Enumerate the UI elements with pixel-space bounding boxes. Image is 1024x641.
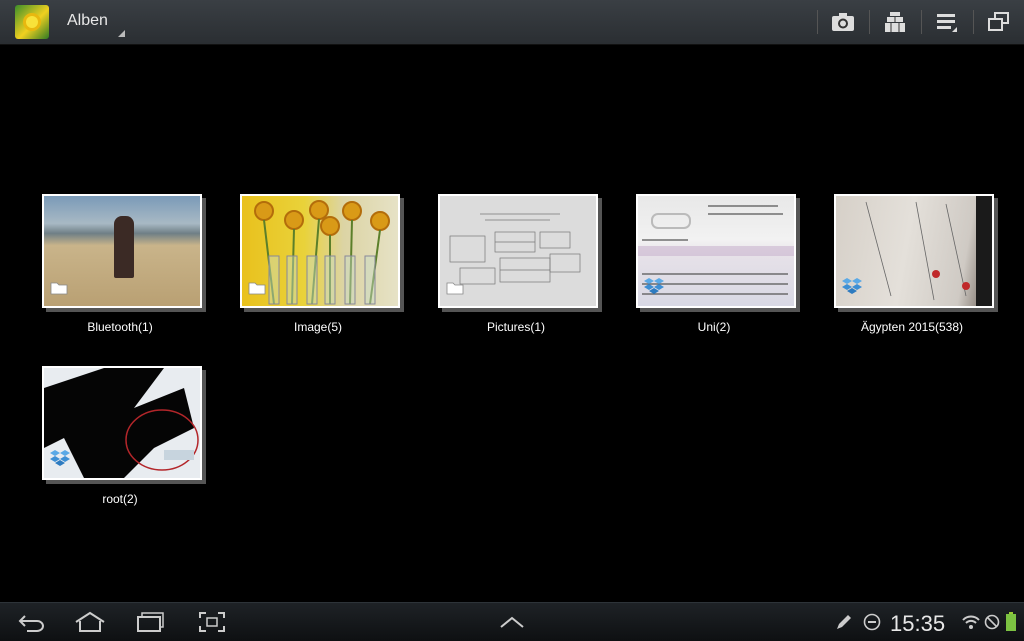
back-button[interactable] — [12, 605, 52, 639]
back-icon — [18, 615, 44, 632]
gallery-app-icon[interactable] — [15, 5, 49, 39]
dropbox-icon — [842, 277, 862, 300]
album-label: Pictures(1) — [486, 320, 545, 334]
album-label: Ägypten 2015(538) — [860, 320, 964, 334]
couple-silhouette — [114, 216, 134, 278]
album-label: Uni(2) — [697, 320, 731, 334]
multi-window-icon — [988, 12, 1009, 31]
folder-icon — [50, 281, 68, 300]
battery-icon — [1006, 612, 1016, 631]
screenshot-icon — [199, 612, 225, 632]
group-by-button[interactable] — [871, 0, 919, 44]
camera-button[interactable] — [819, 0, 867, 44]
dropdown-caret-icon — [118, 30, 125, 37]
action-bar: Alben — [0, 0, 1024, 45]
mini-apps-tray-button[interactable] — [492, 605, 532, 639]
recent-apps-button[interactable] — [130, 605, 170, 639]
battery-status — [1003, 605, 1019, 639]
multi-window-button[interactable] — [975, 0, 1023, 44]
album-thumbnail[interactable] — [42, 194, 202, 308]
divider — [921, 10, 922, 34]
menu-icon — [937, 14, 957, 32]
album-thumbnail[interactable] — [240, 194, 400, 308]
album-thumbnail[interactable] — [42, 366, 202, 480]
divider — [973, 10, 974, 34]
screenshot-button[interactable] — [192, 605, 232, 639]
album-label: root(2) — [102, 492, 138, 506]
wifi-status — [960, 605, 982, 639]
dropbox-icon — [50, 449, 70, 472]
folder-icon — [248, 281, 266, 300]
pen-icon — [837, 615, 851, 629]
dropbox-icon — [644, 277, 664, 300]
no-sim-icon — [984, 614, 1000, 630]
group-by-icon — [885, 12, 905, 32]
view-selector[interactable]: Alben — [67, 12, 108, 30]
do-not-disturb-notification[interactable] — [860, 605, 884, 639]
pen-notification[interactable] — [832, 605, 856, 639]
album-label: Bluetooth(1) — [87, 320, 153, 334]
album-thumbnail[interactable] — [636, 194, 796, 308]
system-bar: 15:35 — [0, 602, 1024, 641]
folder-icon — [446, 281, 464, 300]
divider — [817, 10, 818, 34]
album-thumbnail[interactable] — [438, 194, 598, 308]
divider — [869, 10, 870, 34]
home-button[interactable] — [70, 605, 110, 639]
no-signal-status — [983, 605, 1001, 639]
minus-circle-icon — [863, 613, 881, 631]
chevron-up-icon — [500, 616, 524, 628]
menu-button[interactable] — [923, 0, 971, 44]
wifi-icon — [962, 615, 980, 629]
recent-apps-icon — [137, 612, 164, 632]
status-clock[interactable]: 15:35 — [890, 611, 945, 637]
home-icon — [75, 611, 105, 632]
album-label: Image(5) — [293, 320, 343, 334]
camera-icon — [832, 13, 854, 31]
album-thumbnail[interactable] — [834, 194, 994, 308]
